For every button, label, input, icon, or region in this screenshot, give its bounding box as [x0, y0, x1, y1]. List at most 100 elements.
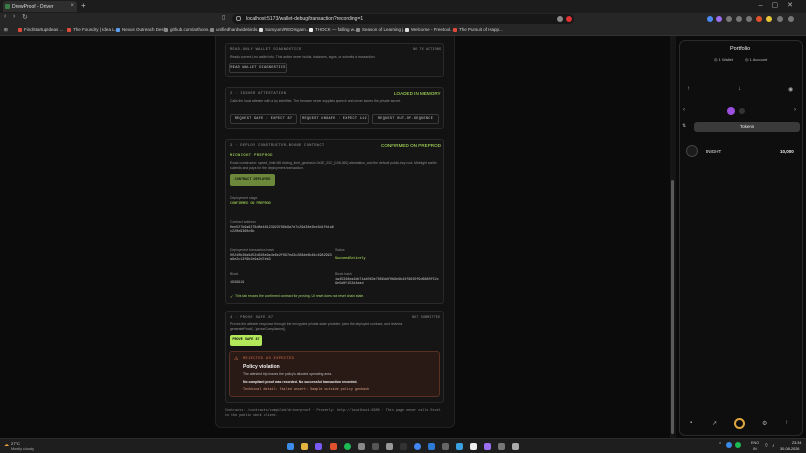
bookmark-label: github.com/arthons... [170, 27, 213, 32]
bookmark-item[interactable]: Welcome - Freetool... [405, 27, 454, 32]
request-safe-button[interactable]: REQUEST SAFE · EXPECT 87 [230, 114, 297, 124]
brave-icon[interactable] [330, 443, 337, 450]
section-description: Calls the local attester with a try iden… [230, 99, 401, 103]
extension-icon[interactable] [726, 16, 732, 22]
forward-icon[interactable]: › [13, 13, 15, 20]
scrollbar-thumb[interactable] [671, 180, 674, 434]
taskbar-app-icon[interactable] [498, 443, 505, 450]
taskbar-app-icon[interactable] [315, 443, 322, 450]
reload-icon[interactable]: ↻ [22, 13, 28, 21]
contract-address-value: 0ee527b9a6278d8e48123923f69b9a7e7c29d38e… [230, 226, 334, 235]
bookmark-item[interactable]: Season of Learning j... [356, 27, 407, 32]
taskbar-app-icon[interactable] [400, 443, 407, 450]
volume-icon[interactable]: ♪ [772, 443, 775, 449]
wallet-count[interactable]: ◎ 1 Wallet [714, 57, 733, 62]
taskbar-app-icon[interactable] [358, 443, 365, 450]
chevron-right-icon[interactable]: › [794, 107, 796, 113]
field-label: Status [335, 248, 345, 252]
tray-chevron-icon[interactable]: ⌃ [718, 442, 722, 448]
site-info-icon[interactable] [236, 16, 241, 21]
taskbar-app-icon[interactable] [456, 443, 463, 450]
contract-deployed-button[interactable]: CONTRACT DEPLOYED [230, 174, 275, 186]
settings-icon[interactable]: ◉ [788, 86, 793, 93]
language-indicator[interactable]: ENG [751, 441, 759, 445]
weather-icon[interactable]: ☁ [4, 442, 9, 448]
network-active-icon[interactable] [727, 107, 735, 115]
bookmark-item[interactable]: Samyum/REDIsgam... [259, 27, 310, 32]
tray-app-icon[interactable] [726, 442, 732, 448]
read-wallet-diagnostics-button[interactable]: READ WALLET DIAGNOSTICS [229, 63, 287, 73]
bookmarks-bar: ⊞ FindStartupIdeas ... The Foundry | Ide… [0, 25, 806, 36]
bookmark-icon[interactable]: ▯ [222, 14, 225, 21]
new-tab-icon[interactable]: + [81, 1, 86, 10]
extension-icon[interactable] [756, 16, 762, 22]
taskbar-app-icon[interactable] [386, 443, 393, 450]
tab-favicon-icon [5, 4, 10, 9]
wallet-logo-icon[interactable] [734, 418, 745, 429]
check-icon: ✓ [230, 294, 234, 299]
spotify-icon[interactable] [344, 443, 351, 450]
tray-app-icon[interactable] [735, 442, 741, 448]
wallet-home-icon[interactable]: ▪ [690, 420, 692, 426]
settings-icon[interactable]: ⚙ [762, 420, 767, 427]
request-unsafe-button[interactable]: REQUEST UNSAFE · EXPECT 112 [300, 114, 369, 124]
file-explorer-icon[interactable] [301, 443, 308, 450]
shield-icon[interactable] [557, 16, 563, 22]
back-icon[interactable]: ‹ [4, 13, 6, 20]
token-amount: 10,000 [780, 149, 794, 154]
clock-time[interactable]: 23:34 [792, 441, 802, 445]
taskbar-app-icon[interactable] [372, 443, 379, 450]
network-label: MIDNIGHT PREPROD [230, 154, 273, 158]
token-icon [686, 145, 698, 157]
close-tab-icon[interactable]: × [70, 3, 74, 9]
extension-icon[interactable] [746, 16, 752, 22]
sidebar-icon[interactable] [777, 16, 783, 22]
activity-icon[interactable]: ↗ [712, 420, 717, 427]
scroll-top-icon[interactable]: ↑ [785, 420, 788, 426]
menu-icon[interactable] [788, 16, 794, 22]
alert-extension-icon[interactable] [566, 16, 572, 22]
chrome-icon[interactable] [414, 443, 421, 450]
token-name[interactable]: tNIGHT [706, 149, 721, 154]
taskbar-app-icon[interactable] [470, 443, 477, 450]
bookmark-label: The Pursuit of Happ... [459, 27, 503, 32]
block-value: 1939919 [230, 281, 245, 285]
browser-tab[interactable]: DrewProof - Driver × [3, 1, 77, 12]
bookmark-item[interactable]: THOCK — falling w... [309, 27, 358, 32]
wifi-icon[interactable]: ⌔ [764, 443, 769, 449]
bookmark-item[interactable]: The Pursuit of Happ... [453, 27, 503, 32]
vscode-icon[interactable] [428, 443, 435, 450]
bookmark-label: unifiedhardwidebirds... [216, 27, 262, 32]
field-label: Block [230, 272, 239, 276]
prove-safe-button[interactable]: PROVE SAFE 87 [230, 335, 262, 346]
extension-icon[interactable] [766, 16, 772, 22]
bookmark-item[interactable]: Nexus Outreach Desk [116, 27, 166, 32]
filter-icon[interactable]: ⇅ [682, 123, 686, 129]
extension-icon[interactable] [736, 16, 742, 22]
bookmark-item[interactable]: github.com/arthons... [164, 27, 212, 32]
error-line: No compliant proof was recorded. No succ… [243, 380, 358, 384]
bookmark-item[interactable]: The Foundry | Idea L... [67, 27, 118, 32]
extension-icon[interactable] [716, 16, 722, 22]
start-icon[interactable] [287, 443, 294, 450]
request-out-of-sequence-button[interactable]: REQUEST OUT-OF-SEQUENCE [372, 114, 439, 124]
send-icon[interactable]: ↑ [687, 86, 690, 92]
apps-icon[interactable]: ⊞ [4, 27, 8, 33]
bookmark-item[interactable]: FindStartupIdeas ... [18, 27, 63, 32]
taskbar-app-icon[interactable] [484, 443, 491, 450]
window-controls[interactable]: ‒▢✕ [759, 1, 802, 9]
account-count[interactable]: ◎ 1 Account [745, 57, 767, 62]
taskbar-app-icon[interactable] [442, 443, 449, 450]
weather-temp: 27°C [11, 441, 20, 446]
warning-icon: ⚠ [234, 356, 239, 362]
address-bar[interactable]: localhost:5173/wallet-debug/transaction?… [232, 14, 574, 24]
network-inactive-icon[interactable] [739, 108, 745, 114]
extension-icon[interactable] [707, 16, 713, 22]
receive-icon[interactable]: ↓ [738, 86, 741, 92]
section-description: Exact constructor: speed_limit=88 drivin… [230, 161, 437, 170]
field-label: Deployment stage [230, 196, 258, 200]
tokens-tab[interactable]: Tokens [694, 122, 800, 132]
chevron-left-icon[interactable]: ‹ [683, 107, 685, 113]
bookmark-item[interactable]: unifiedhardwidebirds... [210, 27, 261, 32]
taskbar-app-icon[interactable] [512, 443, 519, 450]
